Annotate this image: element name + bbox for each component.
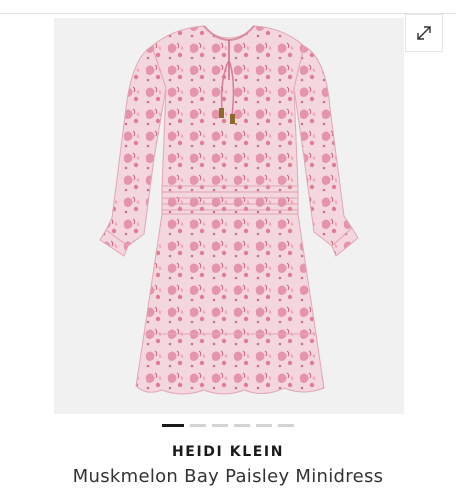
- gallery-dot-3[interactable]: [212, 424, 228, 427]
- gallery-dot-4[interactable]: [234, 424, 250, 427]
- gallery-dot-5[interactable]: [256, 424, 272, 427]
- brand-name[interactable]: HEIDI KLEIN: [0, 444, 456, 460]
- gallery-dot-6[interactable]: [278, 424, 294, 427]
- header-divider: [0, 0, 456, 14]
- dress-illustration: [99, 25, 359, 395]
- gallery-dot-1[interactable]: [162, 424, 184, 427]
- product-title: Muskmelon Bay Paisley Minidress: [72, 466, 384, 487]
- expand-diagonal-icon: [417, 26, 431, 40]
- gallery-dot-2[interactable]: [190, 424, 206, 427]
- gallery-pagination: [0, 424, 456, 427]
- product-image[interactable]: [54, 18, 404, 414]
- expand-image-button[interactable]: [405, 14, 443, 52]
